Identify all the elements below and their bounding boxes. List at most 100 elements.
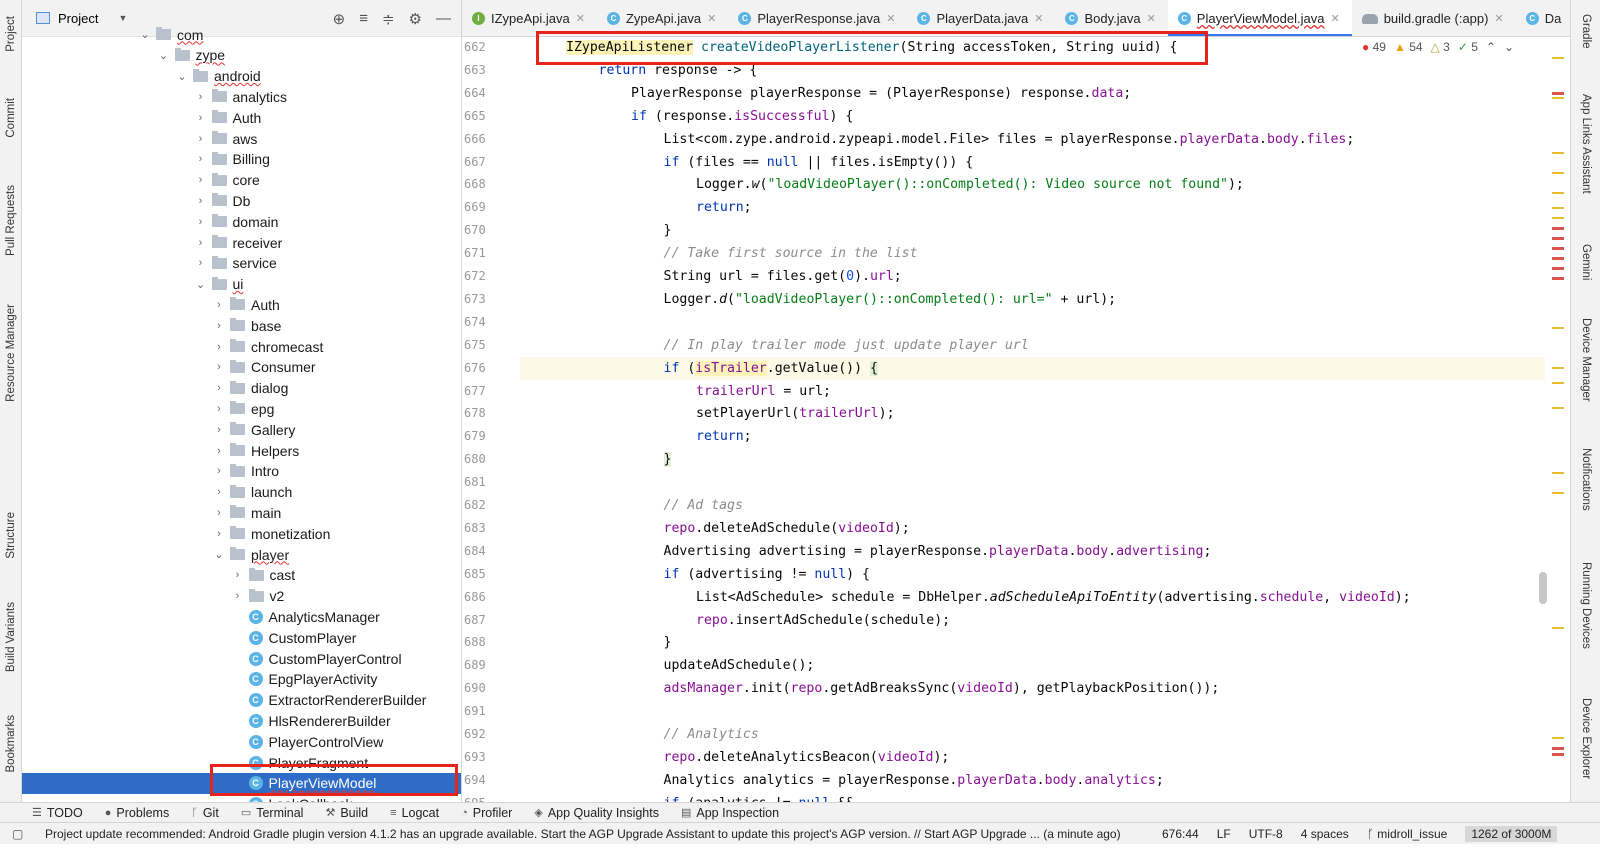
tool-window-running-devices[interactable]: Running Devices [1571, 562, 1600, 672]
tree-class-item[interactable]: C PlayerControlView [22, 731, 461, 752]
line-number[interactable]: 671 [462, 242, 520, 265]
code-line[interactable] [520, 471, 664, 494]
line-number[interactable]: 682 [462, 494, 520, 517]
code-line[interactable]: Advertising advertising = playerResponse… [520, 540, 1212, 563]
line-number[interactable]: 685 [462, 563, 520, 586]
code-line[interactable]: repo.deleteAnalyticsBeacon(videoId); [520, 746, 950, 769]
warning-marker[interactable] [1552, 407, 1564, 409]
tree-folder-item[interactable]: ⌄ android [22, 66, 461, 87]
chevron-down-icon[interactable]: ⌄ [157, 49, 171, 62]
bottom-tool-terminal[interactable]: ▭ Terminal [241, 806, 304, 820]
tree-class-item[interactable]: C CustomPlayer [22, 627, 461, 648]
code-line[interactable]: List<com.zype.android.zypeapi.model.File… [520, 128, 1355, 151]
tree-folder-item[interactable]: › cast [22, 565, 461, 586]
tree-class-item[interactable]: C ExtractorRendererBuilder [22, 690, 461, 711]
chevron-down-icon[interactable]: ⌄ [138, 28, 152, 41]
warning-marker[interactable] [1552, 627, 1564, 629]
line-number[interactable]: 683 [462, 517, 520, 540]
tool-window-build-variants[interactable]: Build Variants [0, 592, 22, 682]
warning-marker[interactable] [1552, 97, 1564, 99]
tree-folder-item[interactable]: › Billing [22, 149, 461, 170]
error-marker[interactable] [1552, 747, 1564, 750]
line-number[interactable]: 670 [462, 219, 520, 242]
tree-class-item[interactable]: C CustomPlayerControl [22, 648, 461, 669]
chevron-right-icon[interactable]: › [212, 424, 226, 436]
close-icon[interactable]: ✕ [886, 12, 895, 25]
tool-window-device-manager[interactable]: Device Manager [1571, 318, 1600, 428]
status-message[interactable]: Project update recommended: Android Grad… [45, 827, 1145, 841]
code-line[interactable]: } [520, 448, 672, 471]
error-marker[interactable] [1552, 277, 1564, 280]
chevron-down-icon[interactable]: ⌄ [194, 278, 208, 291]
close-icon[interactable]: ✕ [1494, 12, 1503, 25]
line-number[interactable]: 672 [462, 265, 520, 288]
chevron-right-icon[interactable]: › [194, 112, 208, 124]
error-count[interactable]: ● 49 [1362, 40, 1386, 54]
tree-folder-item[interactable]: › Auth [22, 107, 461, 128]
line-number[interactable]: 693 [462, 746, 520, 769]
chevron-down-icon[interactable]: ▼ [118, 13, 127, 23]
line-number[interactable]: 687 [462, 609, 520, 632]
code-line[interactable]: updateAdSchedule(); [520, 654, 815, 677]
line-number[interactable]: 665 [462, 105, 520, 128]
chevron-right-icon[interactable]: › [231, 590, 245, 602]
tool-window-gradle[interactable]: Gradle [1571, 14, 1600, 74]
error-marker[interactable] [1552, 257, 1564, 260]
chevron-down-icon[interactable]: ⌄ [175, 70, 189, 83]
line-number[interactable]: 662 [462, 36, 520, 59]
warning-marker[interactable] [1552, 737, 1564, 739]
chevron-right-icon[interactable]: › [212, 361, 226, 373]
tool-window-notifications[interactable]: Notifications [1571, 448, 1600, 538]
line-number[interactable]: 681 [462, 471, 520, 494]
tree-class-item[interactable]: C HlsRendererBuilder [22, 710, 461, 731]
git-branch[interactable]: ᚴ midroll_issue [1367, 827, 1448, 841]
weak-warning-count[interactable]: △ 3 [1431, 40, 1450, 54]
tree-folder-item[interactable]: › monetization [22, 523, 461, 544]
warning-marker[interactable] [1552, 327, 1564, 329]
chevron-up-icon[interactable]: ⌃ [1486, 40, 1496, 54]
chevron-right-icon[interactable]: › [194, 133, 208, 145]
line-number[interactable]: 691 [462, 700, 520, 723]
tree-folder-item[interactable]: › chromecast [22, 336, 461, 357]
bottom-tool-app-quality-insights[interactable]: ◈ App Quality Insights [534, 806, 659, 820]
chevron-right-icon[interactable]: › [194, 91, 208, 103]
code-line[interactable]: trailerUrl = url; [520, 380, 831, 403]
close-icon[interactable]: ✕ [707, 12, 716, 25]
code-line[interactable]: adsManager.init(repo.getAdBreaksSync(vid… [520, 677, 1220, 700]
tree-folder-item[interactable]: › Db [22, 190, 461, 211]
tree-folder-item[interactable]: ⌄ zype [22, 45, 461, 66]
bottom-tool-git[interactable]: ᚴ Git [191, 806, 219, 820]
line-number[interactable]: 688 [462, 631, 520, 654]
tree-folder-item[interactable]: › v2 [22, 586, 461, 607]
tree-folder-item[interactable]: › base [22, 315, 461, 336]
tree-folder-item[interactable]: › Helpers [22, 440, 461, 461]
code-editor[interactable]: IZypeApiListener createVideoPlayerListen… [520, 37, 1545, 822]
line-number[interactable]: 684 [462, 540, 520, 563]
warning-count[interactable]: ▲ 54 [1394, 40, 1423, 54]
chevron-right-icon[interactable]: › [194, 153, 208, 165]
tree-folder-item[interactable]: › epg [22, 398, 461, 419]
line-number[interactable]: 668 [462, 173, 520, 196]
chevron-right-icon[interactable]: › [194, 257, 208, 269]
code-line[interactable]: if (isTrailer.getValue()) { [520, 356, 1545, 380]
tool-window-project[interactable]: Project [0, 6, 22, 61]
tree-folder-item[interactable]: › domain [22, 211, 461, 232]
chevron-right-icon[interactable]: › [212, 486, 226, 498]
line-number[interactable]: 673 [462, 288, 520, 311]
code-line[interactable]: Logger.d("loadVideoPlayer()::onCompleted… [520, 288, 1117, 311]
warning-marker[interactable] [1552, 172, 1564, 174]
tree-folder-item[interactable]: › receiver [22, 232, 461, 253]
line-number[interactable]: 666 [462, 128, 520, 151]
line-number[interactable]: 690 [462, 677, 520, 700]
error-marker[interactable] [1552, 227, 1564, 230]
code-line[interactable]: // In play trailer mode just update play… [520, 334, 1029, 357]
bottom-tool-app-inspection[interactable]: ▤ App Inspection [681, 806, 779, 820]
close-icon[interactable]: ✕ [1147, 12, 1156, 25]
close-icon[interactable]: ✕ [576, 12, 585, 25]
tree-folder-item[interactable]: › service [22, 253, 461, 274]
bottom-tool-todo[interactable]: ☰ TODO [32, 806, 83, 820]
error-marker[interactable] [1552, 247, 1564, 250]
code-line[interactable]: Logger.w("loadVideoPlayer()::onCompleted… [520, 173, 1244, 196]
code-line[interactable]: // Ad tags [520, 494, 743, 517]
code-line[interactable]: List<AdSchedule> schedule = DbHelper.adS… [520, 586, 1411, 609]
